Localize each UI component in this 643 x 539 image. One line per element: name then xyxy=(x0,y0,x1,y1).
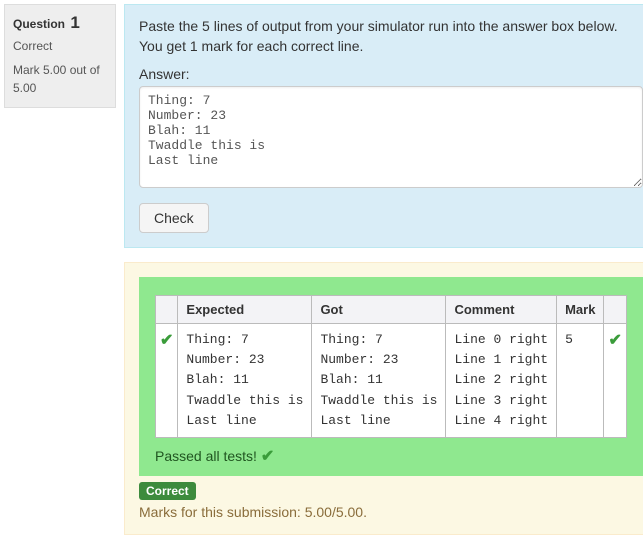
check-icon: ✔ xyxy=(160,330,173,350)
correct-badge: Correct xyxy=(139,482,196,500)
passed-message: Passed all tests! ✔ xyxy=(155,446,627,466)
result-table: Expected Got Comment Mark ✔ Thing: 7 Num… xyxy=(155,295,627,438)
check-icon: ✔ xyxy=(261,446,274,466)
col-mark: Mark xyxy=(557,296,604,324)
col-blank-left xyxy=(156,296,178,324)
col-expected: Expected xyxy=(178,296,312,324)
expected-cell: Thing: 7 Number: 23 Blah: 11 Twaddle thi… xyxy=(186,330,303,431)
result-wrap: Expected Got Comment Mark ✔ Thing: 7 Num… xyxy=(139,277,643,476)
question-info-panel: Question 1 Correct Mark 5.00 out of 5.00 xyxy=(4,4,116,108)
question-text: Paste the 5 lines of output from your si… xyxy=(139,17,643,56)
answer-input[interactable] xyxy=(139,86,643,188)
question-number: 1 xyxy=(70,13,79,32)
question-state: Correct xyxy=(13,39,107,53)
check-icon: ✔ xyxy=(608,330,621,350)
question-content-panel: Paste the 5 lines of output from your si… xyxy=(124,4,643,248)
outcome-panel: Expected Got Comment Mark ✔ Thing: 7 Num… xyxy=(124,262,643,535)
passed-text: Passed all tests! xyxy=(155,448,257,464)
question-label: Question xyxy=(13,17,65,31)
col-got: Got xyxy=(312,296,446,324)
answer-label: Answer: xyxy=(139,66,643,82)
check-button[interactable]: Check xyxy=(139,203,209,233)
col-comment: Comment xyxy=(446,296,557,324)
table-row: ✔ Thing: 7 Number: 23 Blah: 11 Twaddle t… xyxy=(156,324,627,438)
question-mark-summary: Mark 5.00 out of 5.00 xyxy=(13,61,107,97)
got-cell: Thing: 7 Number: 23 Blah: 11 Twaddle thi… xyxy=(320,330,437,431)
col-blank-right xyxy=(604,296,626,324)
comment-cell: Line 0 right Line 1 right Line 2 right L… xyxy=(454,330,548,431)
mark-cell: 5 xyxy=(565,330,595,350)
